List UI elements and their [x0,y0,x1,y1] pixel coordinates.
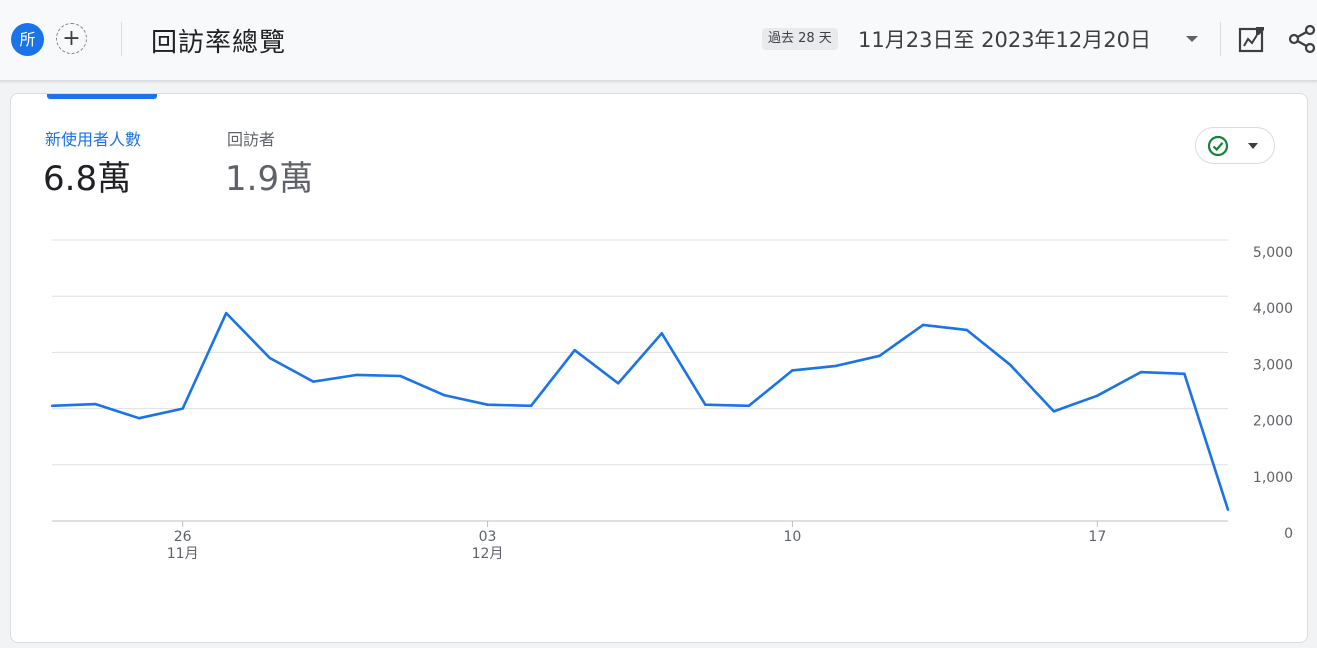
data-point [617,382,620,385]
data-point [442,393,446,397]
x-tick-month-label: 12月 [472,546,504,562]
data-point [50,404,54,407]
data-point [137,416,141,420]
x-tick-label: 10 [784,529,802,545]
data-point [747,404,751,407]
new-users-line-chart: 5,000 4,000 3,000 2,000 1,000 0 2611月 0312月 10 17 [50,239,1293,562]
date-preset-chip[interactable]: 過去 28 天 [762,28,838,50]
x-tick-month-label: 11月 [167,546,199,562]
data-point [1183,372,1186,375]
data-point [1052,410,1055,413]
data-point [965,328,968,332]
property-avatar[interactable]: 所 [11,23,44,56]
y-tick-label: 4,000 [1253,301,1293,317]
data-point [660,332,663,335]
y-tick-label: 3,000 [1253,357,1293,373]
data-point [355,373,359,377]
y-tick-label: 0 [1284,526,1293,542]
page-title: 回訪率總覽 [151,28,287,58]
share-icon[interactable] [1287,24,1317,54]
data-point [268,356,271,360]
data-point [921,323,925,327]
overview-card: 新使用者人數 6.8萬 回訪者 1.9萬 5,000 4,000 3,000 2,00… [10,93,1308,643]
divider [121,22,122,56]
data-point [704,403,707,406]
customize-report-icon[interactable] [1237,24,1267,54]
data-point [225,311,228,315]
data-point [529,404,533,407]
x-tick-label: 17 [1088,529,1106,545]
data-point [94,402,97,406]
x-tick-label: 03 [479,529,497,545]
y-tick-label: 1,000 [1253,470,1293,486]
divider [1220,22,1221,56]
y-tick-label: 2,000 [1253,414,1293,430]
y-tick-label: 5,000 [1253,245,1293,261]
top-bar: 所 + 回訪率總覽 過去 28 天 11月23日至 2023年12月20日 [0,0,1317,81]
data-point [312,380,315,383]
data-point [834,364,838,368]
data-point [486,403,489,406]
data-point [1226,508,1230,511]
series-line [51,311,1230,511]
data-point [1009,363,1012,366]
data-point [1096,394,1099,397]
data-point [1139,370,1143,374]
data-point [573,348,576,352]
x-tick-label: 26 [174,529,192,545]
data-point [791,369,794,372]
data-point [181,407,184,410]
data-point [878,354,881,357]
add-comparison-button[interactable]: + [56,23,87,54]
date-dropdown-icon[interactable] [1186,36,1198,42]
date-range-text[interactable]: 11月23日至 2023年12月20日 [858,24,1151,54]
data-point [399,374,402,378]
